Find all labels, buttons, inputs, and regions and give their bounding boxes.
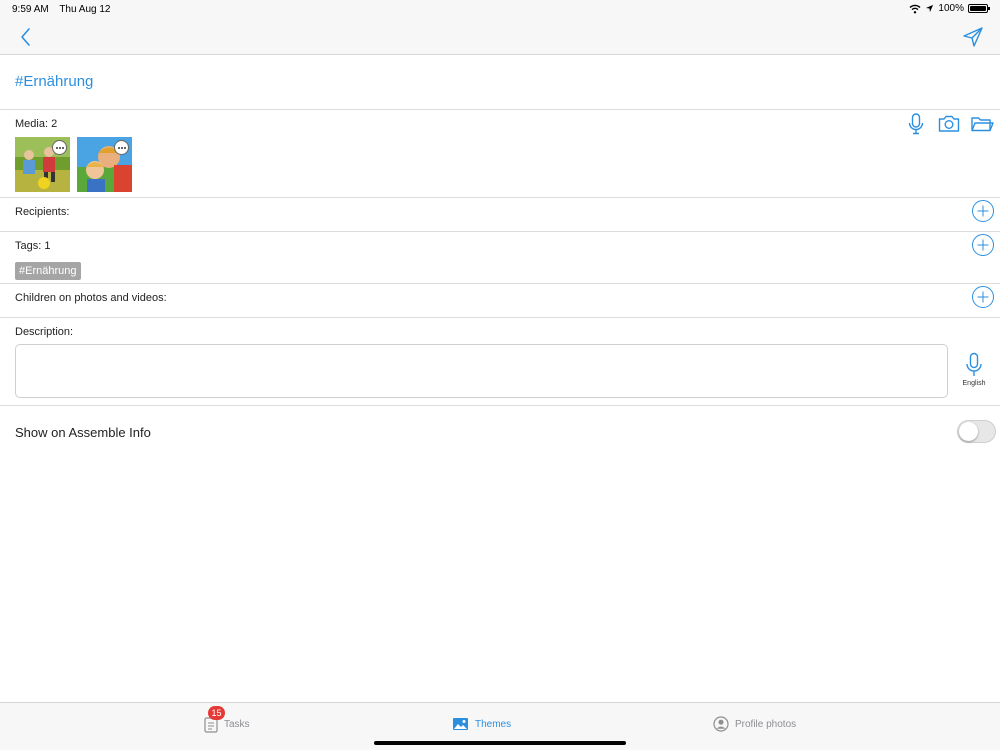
location-arrow-icon bbox=[926, 4, 934, 13]
paper-plane-icon[interactable] bbox=[962, 26, 984, 48]
battery-level bbox=[970, 6, 986, 11]
description-field[interactable] bbox=[15, 344, 948, 398]
folder-icon[interactable] bbox=[970, 112, 994, 136]
tab-themes-label: Themes bbox=[475, 718, 512, 730]
page-title: #Ernährung bbox=[15, 73, 94, 90]
dictation-language: English bbox=[962, 380, 986, 387]
recipients-section: Recipients: bbox=[0, 197, 1000, 231]
add-tag-button[interactable] bbox=[972, 234, 994, 256]
status-date: Thu Aug 12 bbox=[59, 4, 111, 15]
description-label: Description: bbox=[15, 326, 74, 338]
recipients-label: Recipients: bbox=[15, 206, 70, 218]
tags-label: Tags: 1 bbox=[15, 240, 51, 252]
tab-profile-photos-label: Profile photos bbox=[735, 718, 797, 730]
toggle-knob bbox=[959, 422, 978, 441]
children-section: Children on photos and videos: bbox=[0, 283, 1000, 317]
show-section-divider bbox=[0, 405, 1000, 406]
more-icon[interactable] bbox=[52, 140, 67, 155]
add-recipient-button[interactable] bbox=[972, 200, 994, 222]
person-circle-icon bbox=[713, 716, 729, 732]
children-label: Children on photos and videos: bbox=[15, 292, 167, 304]
more-icon[interactable] bbox=[114, 140, 129, 155]
media-label: Media: 2 bbox=[15, 118, 58, 130]
wifi-icon bbox=[909, 4, 921, 13]
dictation-microphone-icon[interactable] bbox=[962, 352, 986, 378]
camera-icon[interactable] bbox=[937, 112, 961, 136]
tag-chip[interactable]: #Ernährung bbox=[15, 262, 81, 280]
media-thumbnail-2[interactable] bbox=[77, 137, 132, 192]
tab-tasks-label: Tasks bbox=[224, 718, 250, 730]
tab-profile-photos[interactable]: Profile photos bbox=[713, 714, 796, 734]
add-child-button[interactable] bbox=[972, 286, 994, 308]
show-on-info-label: Show on Assemble Info bbox=[15, 425, 151, 440]
tags-section: Tags: 1 bbox=[0, 231, 1000, 283]
battery-percent: 100% bbox=[938, 3, 964, 14]
tasks-badge: 15 bbox=[208, 706, 225, 720]
status-time: 9:59 AM bbox=[12, 4, 49, 15]
navigation-bar bbox=[0, 18, 1000, 55]
media-section: Media: 2 bbox=[0, 109, 1000, 197]
image-icon bbox=[453, 718, 468, 730]
battery-icon bbox=[968, 4, 990, 13]
show-on-info-toggle[interactable] bbox=[957, 420, 996, 443]
chevron-left-icon[interactable] bbox=[16, 26, 36, 48]
media-thumbnail-1[interactable] bbox=[15, 137, 70, 192]
microphone-icon[interactable] bbox=[904, 112, 928, 136]
home-indicator bbox=[374, 741, 626, 745]
status-bar: 9:59 AM Thu Aug 12 100% bbox=[0, 0, 1000, 18]
tab-themes[interactable]: Themes bbox=[452, 714, 511, 734]
